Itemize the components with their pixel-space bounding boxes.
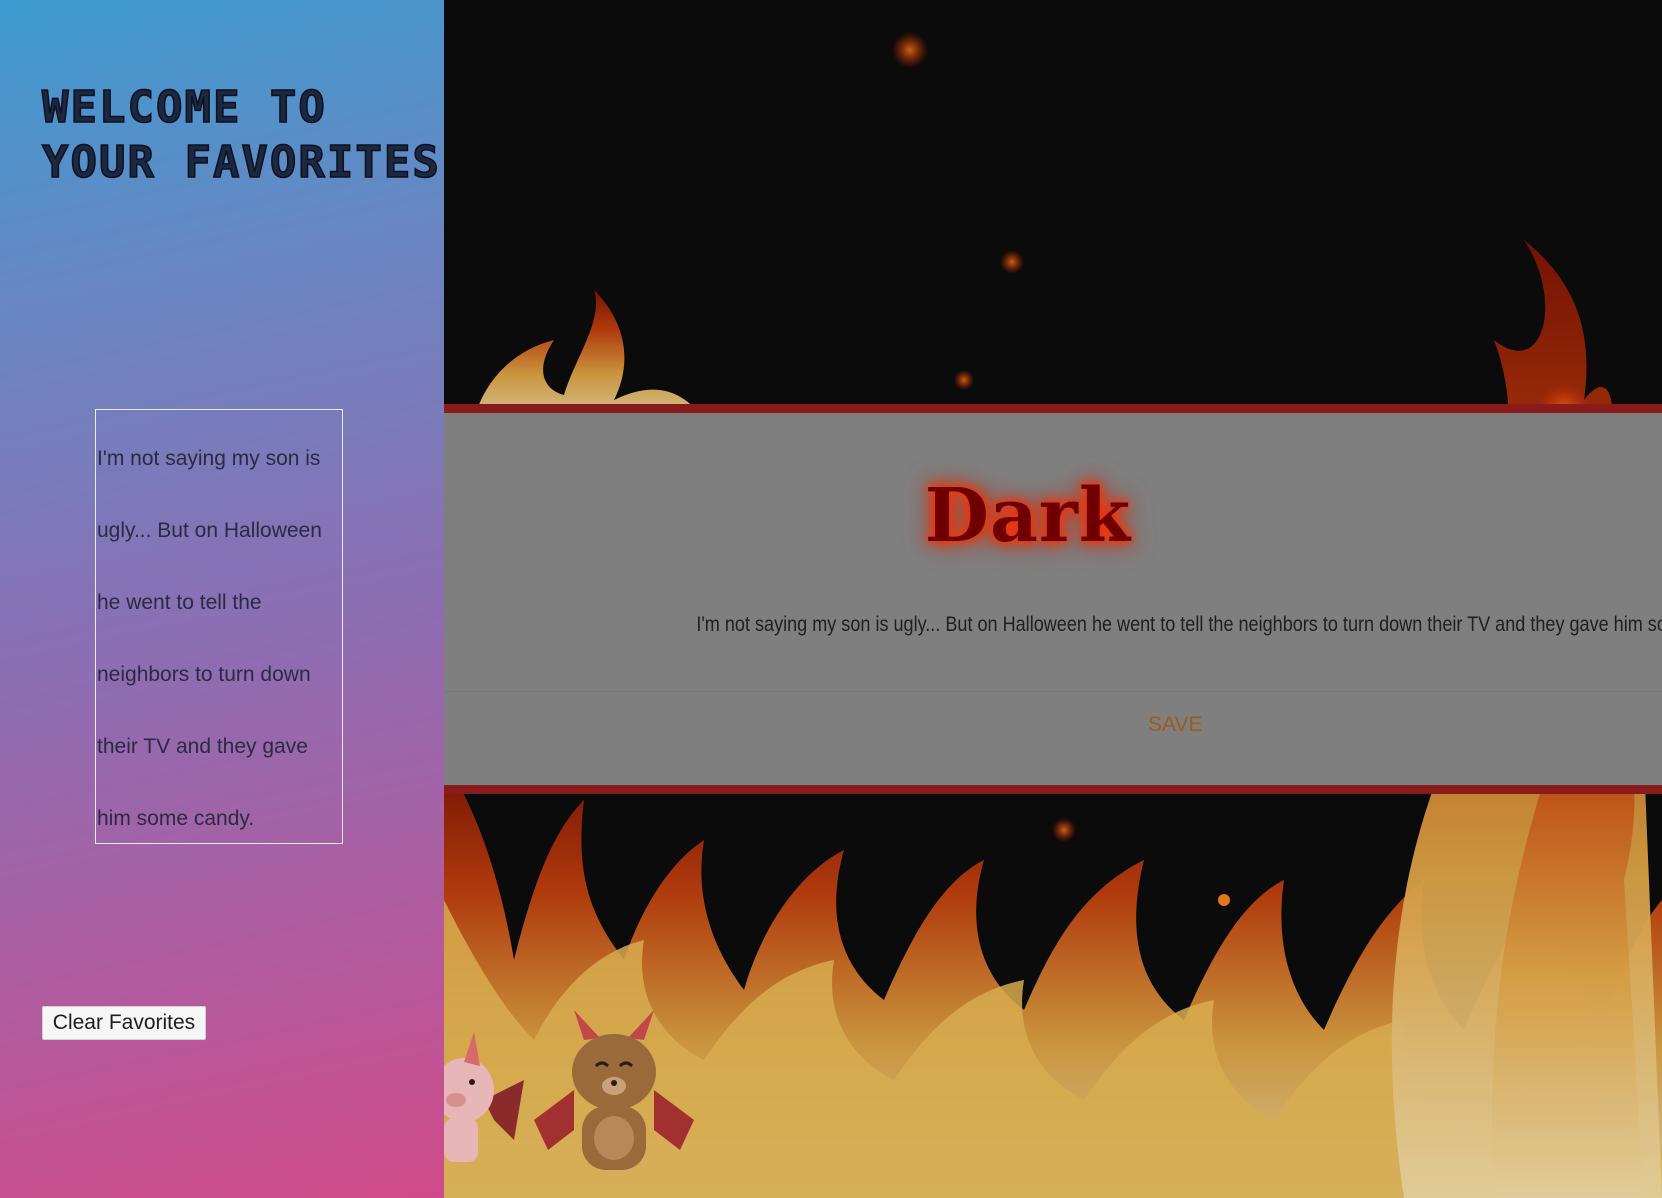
favorite-joke-text: I'm not saying my son is ugly... But on …: [97, 447, 322, 830]
devil-bear-icon: [534, 1010, 694, 1170]
favorites-sidebar: Welcome to your Favorites I'm not saying…: [0, 0, 444, 1198]
card-divider: [444, 691, 1662, 692]
joke-text: I'm not saying my son is ugly... But on …: [696, 613, 1662, 636]
joke-stage: Dark I'm not saying my son is ugly... Bu…: [444, 0, 1662, 1198]
joke-category-title: Dark: [924, 473, 1132, 559]
save-button-label: SAVE: [1148, 713, 1203, 736]
joke-card: Dark I'm not saying my son is ugly... Bu…: [444, 404, 1662, 794]
clear-favorites-button[interactable]: Clear Favorites: [42, 1006, 206, 1040]
favorite-joke-card: I'm not saying my son is ugly... But on …: [95, 409, 343, 844]
devil-pig-icon: [444, 1032, 524, 1162]
sidebar-title: Welcome to your Favorites: [41, 81, 441, 189]
